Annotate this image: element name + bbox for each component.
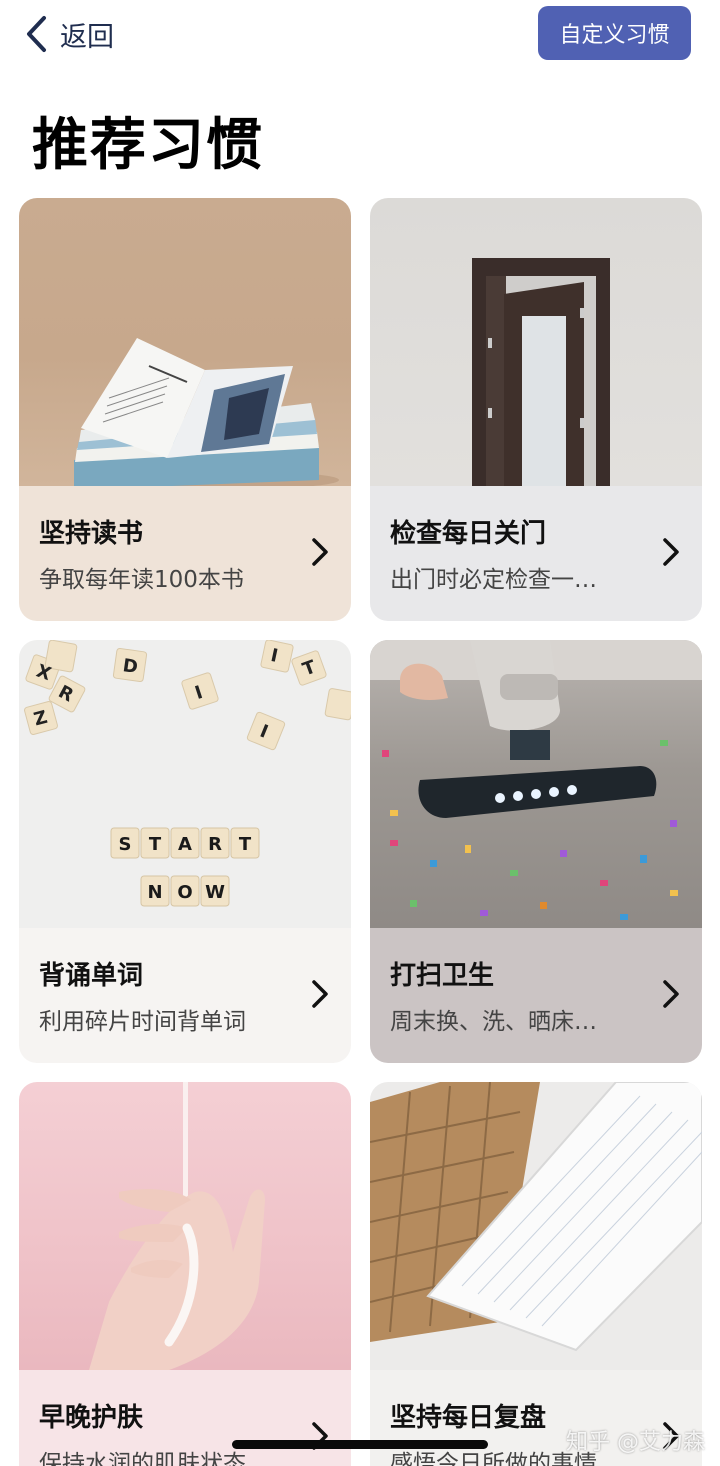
card-subtitle: 利用碎片时间背单词	[39, 1009, 246, 1035]
start-letter: T	[239, 834, 252, 855]
card-title: 坚持读书	[39, 519, 144, 549]
card-title: 早晚护肤	[39, 1403, 144, 1433]
watermark: 知乎 @艾力森	[566, 1430, 705, 1455]
habit-card-words[interactable]: X R Z D I I I T START NOW 背诵单词 利用碎片时间背单词	[19, 640, 351, 1063]
start-letter: R	[208, 834, 222, 855]
habit-card-review[interactable]: 坚持每日复盘 感悟今日所做的事情	[370, 1082, 702, 1466]
chevron-left-icon	[27, 16, 46, 52]
habit-card-reading[interactable]: 坚持读书 争取每年读100本书	[19, 198, 351, 621]
now-letter: W	[205, 882, 225, 903]
words-image: X R Z D I I I T START NOW	[19, 640, 351, 928]
card-panel: 检查每日关门 出门时必定检查一…	[370, 486, 702, 621]
door-image	[370, 198, 702, 486]
chevron-right-icon	[663, 980, 679, 1008]
card-title: 坚持每日复盘	[390, 1403, 547, 1433]
page-title: 推荐习惯	[32, 113, 264, 178]
habit-card-skincare[interactable]: 早晚护肤 保持水润的肌肤状态	[19, 1082, 351, 1466]
card-panel: 早晚护肤 保持水润的肌肤状态	[19, 1370, 351, 1466]
now-letter: O	[177, 882, 192, 903]
review-image	[370, 1082, 702, 1370]
now-letter: N	[147, 882, 162, 903]
start-letter: T	[149, 834, 162, 855]
home-indicator	[232, 1440, 488, 1449]
habit-card-door[interactable]: 检查每日关门 出门时必定检查一…	[370, 198, 702, 621]
reading-image	[19, 198, 351, 486]
card-subtitle: 周末换、洗、晒床…	[390, 1009, 597, 1035]
back-button[interactable]: 返回	[24, 12, 114, 56]
chevron-right-icon	[663, 538, 679, 566]
cleaning-image	[370, 640, 702, 928]
card-panel: 打扫卫生 周末换、洗、晒床…	[370, 928, 702, 1063]
chevron-right-icon	[312, 538, 328, 566]
svg-text:D: D	[121, 655, 139, 678]
custom-habit-button[interactable]: 自定义习惯	[538, 6, 691, 60]
card-panel: 背诵单词 利用碎片时间背单词	[19, 928, 351, 1063]
card-title: 打扫卫生	[390, 961, 495, 991]
card-subtitle: 争取每年读100本书	[39, 567, 244, 593]
start-letter: S	[119, 834, 132, 855]
skincare-image	[19, 1082, 351, 1370]
top-bar: 返回 自定义习惯	[0, 0, 720, 70]
chevron-right-icon	[312, 980, 328, 1008]
start-letter: A	[178, 834, 192, 855]
card-title: 背诵单词	[39, 961, 144, 991]
habit-card-cleaning[interactable]: 打扫卫生 周末换、洗、晒床…	[370, 640, 702, 1063]
card-subtitle: 出门时必定检查一…	[390, 567, 597, 593]
card-panel: 坚持读书 争取每年读100本书	[19, 486, 351, 621]
back-label: 返回	[60, 21, 114, 53]
card-title: 检查每日关门	[390, 519, 547, 549]
